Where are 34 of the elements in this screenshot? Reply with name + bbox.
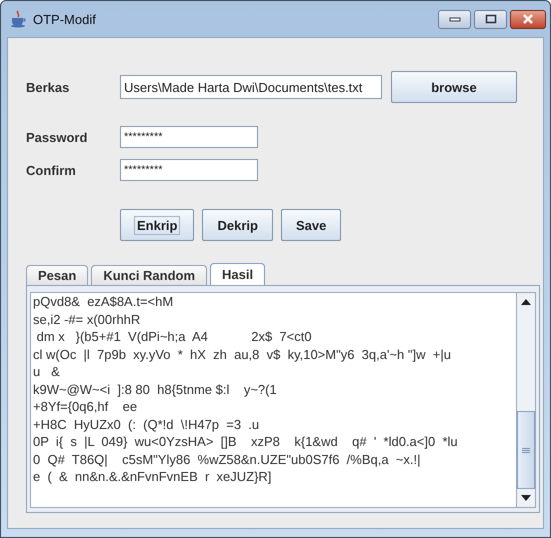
scrollbar-thumb[interactable] [517,411,535,489]
output-line: k9W~@W~<i ]:8 80 h8{5tnme $:l y~?(1 [33,380,278,398]
close-button[interactable] [510,10,546,28]
action-button[interactable]: Dekrip [202,209,273,241]
confirm-label: Confirm [26,162,77,178]
output-line: +H8C HyUZx0 (: (Q*!d \!H47p =3 .u [33,416,260,433]
output-line: 0 Q# T86Q| c5sM"Yly86 %wZ58&n.UZE"ub0S7f6 /%Bq,a ~x.!| [33,450,422,468]
file-path-field[interactable]: Users\Made Harta Dwi\Documents\tes.txt [120,75,382,99]
action-button[interactable]: Save [280,209,342,241]
file-label: Berkas [26,80,70,94]
minimize-button[interactable] [438,10,471,28]
confirm-field[interactable]: ********* [120,159,258,181]
browse-button[interactable]: browse [391,71,517,103]
output-line: pQvd8& ezA$8A.t=<hM [33,293,174,310]
output-line: 0P i{ s |L 049} wu<0YzsHA> []B xzP8 k{1&wd q# ' *ld0.a<]0 *lu [33,433,459,450]
coffee-cup-icon [9,10,27,28]
output-line: cl w(Oc |l 7p9b xy.yVo * hX zh au,8 v$ ky,10>M"y6 3q,a'~h "]w +|u [33,346,452,363]
tab[interactable]: Kunci Random [91,265,208,285]
output-line: e ( & nn&n.&.&nFvnFvnEB r xeJUZ}R] [33,468,272,486]
maximize-icon [484,14,496,24]
output-line: +8Yf={0q6,hf ee [33,398,138,416]
close-icon [522,14,534,24]
output-text-area[interactable] [30,292,517,508]
output-line: u & [33,363,61,380]
window-title: OTP-Modif [33,12,96,26]
output-line: se,i2 -#= x(00rhhR [33,310,142,328]
tab[interactable]: Hasil [210,263,266,285]
password-label: Password [26,130,88,144]
maximize-button[interactable] [474,10,507,28]
minimize-icon [448,16,460,22]
tab[interactable]: Pesan [26,265,88,285]
output-line: dm x }(b5+#1 V(dPi~h;a A4 2x$ 7<ct0 [36,328,313,346]
password-field[interactable]: ********* [120,126,258,148]
action-button[interactable]: Enkrip [120,209,194,241]
